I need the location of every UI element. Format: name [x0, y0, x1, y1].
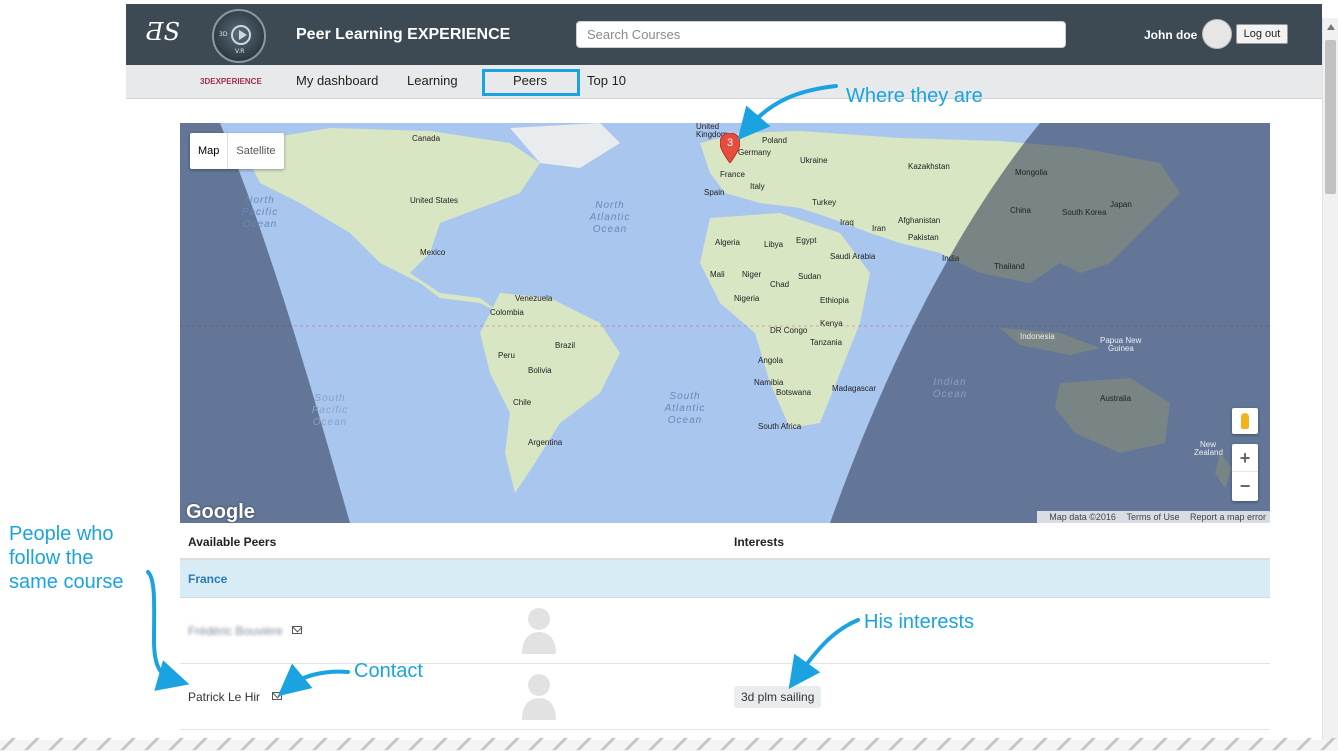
arrow-interests [788, 618, 860, 690]
arrow-people [146, 570, 190, 691]
arrow-where [737, 84, 838, 141]
arrow-contact [277, 663, 350, 697]
page: ƋS 3D V.R Peer Learning EXPERIENCE John … [0, 0, 1338, 751]
torn-edge-decoration [0, 738, 1338, 751]
annotation-arrows [146, 84, 860, 697]
